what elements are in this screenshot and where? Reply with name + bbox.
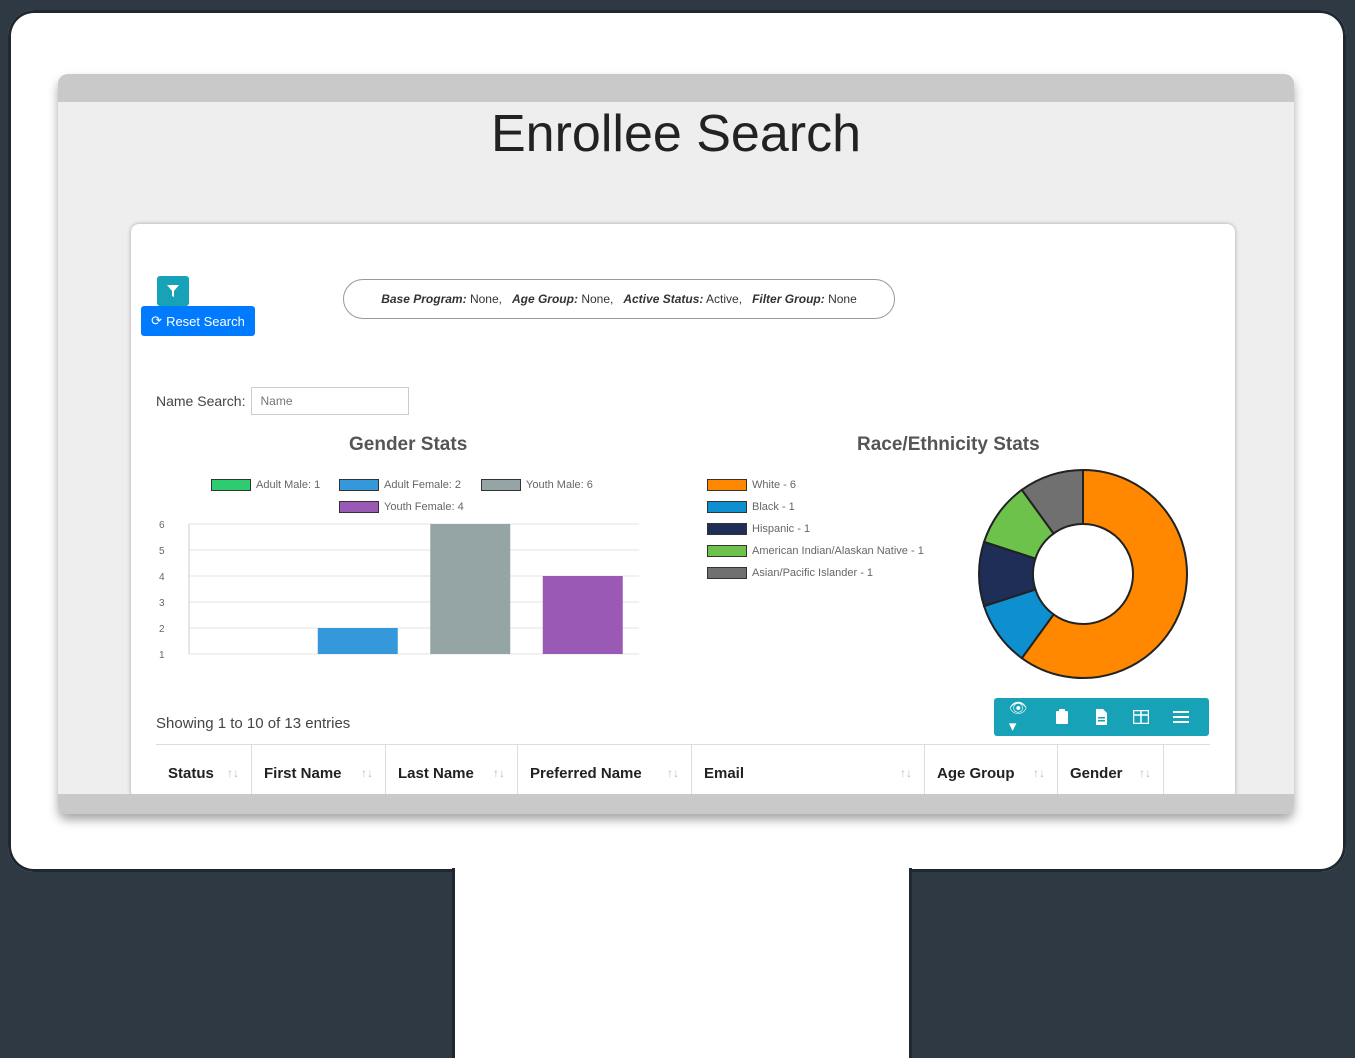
export-grid-button[interactable] <box>1128 704 1154 730</box>
sort-icon: ↑↓ <box>493 766 505 780</box>
table-info: Showing 1 to 10 of 13 entries <box>156 715 351 732</box>
screen: Enrollee Search ⟳ Reset Search Base Prog… <box>58 74 1294 814</box>
filter-age-group: Age Group: None, <box>511 292 614 306</box>
legend-label: Hispanic - 1 <box>752 523 811 535</box>
table-header: Status ↑↓ First Name ↑↓ Last Name ↑↓ Prefer… <box>156 744 1210 799</box>
sort-icon: ↑↓ <box>227 766 239 780</box>
active-filters: Base Program: None, Age Group: None, Act… <box>343 279 895 319</box>
y-tick-label: 1 <box>159 650 165 659</box>
race-legend-item[interactable]: Black - 1 <box>707 501 795 513</box>
legend-label: Asian/Pacific Islander - 1 <box>752 567 874 579</box>
filter-filter-group: Filter Group: None <box>752 292 857 306</box>
y-tick-label: 4 <box>159 572 165 583</box>
legend-swatch <box>707 479 747 491</box>
list-icon <box>1173 711 1190 723</box>
name-search-label: Name Search: <box>156 393 246 409</box>
column-header-status[interactable]: Status ↑↓ <box>156 745 252 799</box>
filter-active-status: Active Status: Active, <box>623 292 743 306</box>
race-legend-item[interactable]: White - 6 <box>707 479 796 491</box>
monitor-stand <box>452 868 912 1058</box>
table-icon <box>1133 710 1150 724</box>
gender-bar[interactable] <box>317 628 398 654</box>
y-tick-label: 2 <box>159 624 165 635</box>
filter-button[interactable] <box>157 276 189 306</box>
gender-bar-chart: 6 5 4 3 2 1 <box>159 520 639 659</box>
column-header-first-name[interactable]: First Name ↑↓ <box>252 745 386 799</box>
column-visibility-button[interactable]: 👁▾ <box>1009 700 1035 735</box>
column-header-preferred-name[interactable]: Preferred Name ↑↓ <box>518 745 692 799</box>
gender-legend-item[interactable]: Adult Female: 2 <box>339 479 461 491</box>
reset-search-label: Reset Search <box>166 313 245 329</box>
column-header-gender[interactable]: Gender ↑↓ <box>1058 745 1164 799</box>
clipboard-icon <box>1055 709 1068 724</box>
sort-icon: ↑↓ <box>361 766 373 780</box>
y-tick-label: 6 <box>159 520 165 531</box>
column-header-last-name[interactable]: Last Name ↑↓ <box>386 745 518 799</box>
sort-icon: ↑↓ <box>667 766 679 780</box>
legend-swatch <box>481 479 521 491</box>
race-legend-item[interactable]: American Indian/Alaskan Native - 1 <box>707 545 924 557</box>
race-legend-item[interactable]: Asian/Pacific Islander - 1 <box>707 567 873 579</box>
page-title: Enrollee Search <box>491 105 861 163</box>
legend-swatch <box>339 479 379 491</box>
screen-bottom-bar <box>58 794 1294 814</box>
column-header-actions <box>1164 745 1210 799</box>
legend-swatch <box>707 501 747 513</box>
gender-bar[interactable] <box>542 576 623 654</box>
race-legend-item[interactable]: Hispanic - 1 <box>707 523 810 535</box>
legend-swatch <box>211 479 251 491</box>
export-file-button[interactable] <box>1088 704 1114 730</box>
sort-icon: ↑↓ <box>900 766 912 780</box>
filter-base-program: Base Program: None, <box>381 292 502 306</box>
legend-label: Adult Male: 1 <box>256 479 321 491</box>
legend-swatch <box>707 545 747 557</box>
list-view-button[interactable] <box>1168 704 1194 730</box>
legend-label: Black - 1 <box>752 501 795 513</box>
reset-search-button[interactable]: ⟳ Reset Search <box>141 306 255 336</box>
legend-label: American Indian/Alaskan Native - 1 <box>752 545 924 557</box>
gender-legend-item[interactable]: Adult Male: 1 <box>211 479 320 491</box>
refresh-icon: ⟳ <box>151 313 163 328</box>
name-search-input[interactable] <box>251 387 410 415</box>
column-header-age-group[interactable]: Age Group ↑↓ <box>925 745 1058 799</box>
race-donut-chart <box>978 468 1188 679</box>
y-tick-label: 5 <box>159 546 165 557</box>
legend-label: Adult Female: 2 <box>384 479 462 491</box>
legend-label: White - 6 <box>752 479 797 491</box>
table-toolbar: 👁▾ <box>994 698 1209 736</box>
search-card: ⟳ Reset Search Base Program: None, Age G… <box>131 224 1235 799</box>
copy-button[interactable] <box>1049 704 1075 730</box>
sort-icon: ↑↓ <box>1139 766 1151 780</box>
y-tick-label: 3 <box>159 598 165 609</box>
legend-swatch <box>707 523 747 535</box>
column-header-email[interactable]: Email ↑↓ <box>692 745 925 799</box>
race-chart-title: Race/Ethnicity Stats <box>857 434 1040 455</box>
gender-chart-title: Gender Stats <box>349 434 468 455</box>
legend-label: Youth Male: 6 <box>526 479 593 491</box>
legend-swatch <box>707 567 747 579</box>
eye-icon: 👁▾ <box>1008 700 1028 735</box>
name-search: Name Search: <box>156 387 410 415</box>
gender-bar[interactable] <box>430 524 511 654</box>
file-icon <box>1095 709 1107 725</box>
screen-top-bar <box>58 74 1294 102</box>
gender-legend-item[interactable]: Youth Male: 6 <box>481 479 593 491</box>
sort-icon: ↑↓ <box>1033 766 1045 780</box>
filter-icon <box>167 285 179 297</box>
